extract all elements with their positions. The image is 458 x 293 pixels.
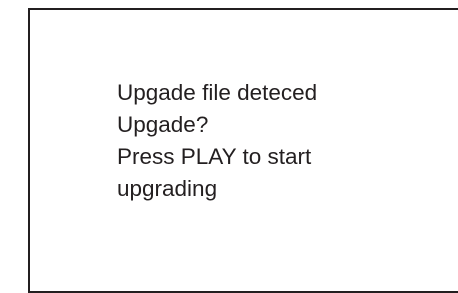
press-play-instruction-text: Press PLAY to start [117,144,312,169]
upgrade-prompt-message: Upgade file deteced Upgade? Press PLAY t… [117,77,317,205]
upgrade-question-text: Upgade? [117,112,209,137]
upgrade-detected-text: Upgade file deteced [117,80,318,105]
upgrading-instruction-text: upgrading [117,176,218,201]
